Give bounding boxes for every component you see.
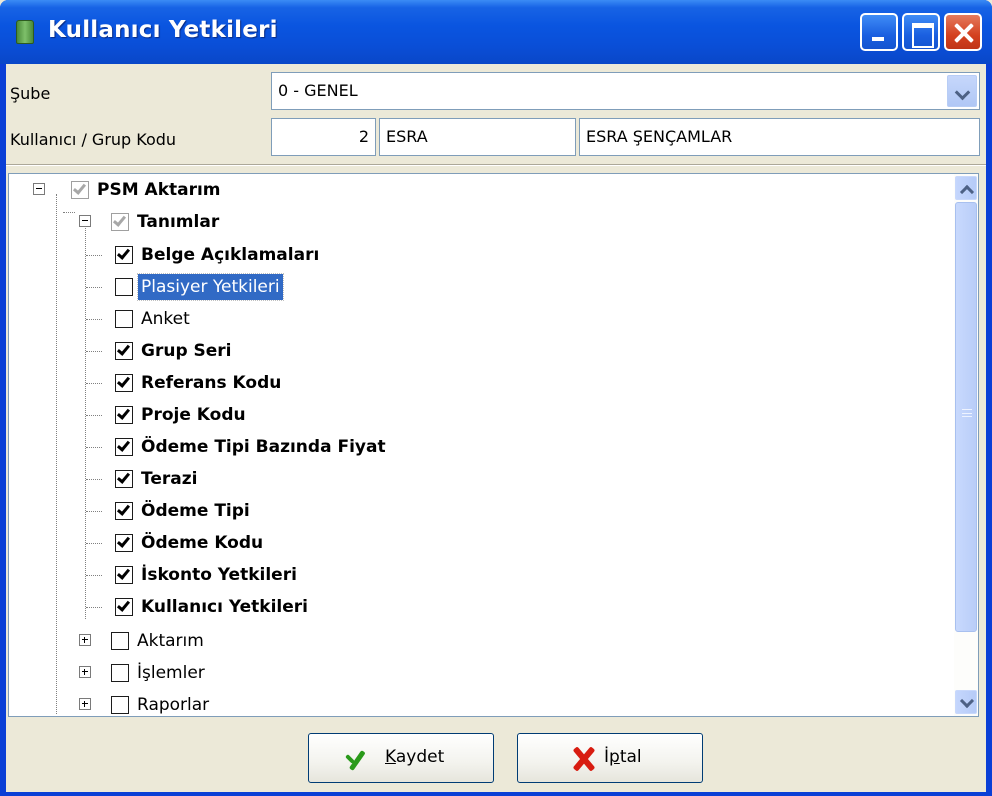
branch-combobox[interactable]: 0 - GENEL	[271, 72, 980, 110]
save-button-label: Kaydet	[385, 747, 445, 767]
tree-line	[86, 511, 102, 512]
divider	[6, 164, 986, 166]
title-bar[interactable]: Kullanıcı Yetkileri	[0, 0, 992, 64]
tree-node-label: Grup Seri	[141, 341, 232, 361]
scroll-down-button[interactable]	[955, 690, 977, 714]
collapse-icon[interactable]	[79, 215, 91, 227]
tree-node-label: PSM Aktarım	[97, 180, 221, 200]
scroll-up-button[interactable]	[955, 176, 977, 200]
window-title: Kullanıcı Yetkileri	[48, 17, 278, 43]
user-short-name-field[interactable]: ESRA	[379, 118, 576, 156]
tree-checkbox[interactable]	[115, 598, 133, 616]
tree-checkbox[interactable]	[115, 406, 133, 424]
user-full-name-field[interactable]: ESRA ŞENÇAMLAR	[579, 118, 980, 156]
expand-icon[interactable]	[79, 634, 91, 646]
tree-line	[86, 479, 102, 480]
tree-checkbox[interactable]	[71, 181, 89, 199]
tree-line	[86, 543, 102, 544]
tree-checkbox[interactable]	[115, 246, 133, 264]
branch-label: Şube	[10, 84, 51, 103]
tree-checkbox[interactable]	[115, 566, 133, 584]
tree-checkbox[interactable]	[111, 632, 129, 650]
tree-checkbox[interactable]	[115, 374, 133, 392]
tree-node-label: Belge Açıklamaları	[141, 245, 320, 265]
tree-node-label: Referans Kodu	[141, 373, 282, 393]
user-code-label: Kullanıcı / Grup Kodu	[10, 130, 177, 149]
app-icon	[16, 20, 34, 44]
tree-line	[86, 383, 102, 384]
user-code-field[interactable]: 2	[271, 118, 376, 156]
tree-node-label: Proje Kodu	[141, 405, 246, 425]
tree-line	[86, 351, 102, 352]
tree-node-label: İskonto Yetkileri	[141, 565, 297, 585]
window: Kullanıcı Yetkileri Şube 0 - GENEL Kulla…	[0, 0, 992, 796]
tree-checkbox[interactable]	[115, 278, 133, 296]
expand-icon[interactable]	[79, 666, 91, 678]
branch-value: 0 - GENEL	[278, 81, 358, 100]
tree-line	[86, 319, 102, 320]
tree-line	[63, 212, 75, 213]
tree-line	[85, 226, 86, 619]
tree-line	[86, 447, 102, 448]
tree-node-label: Kullanıcı Yetkileri	[141, 597, 308, 617]
tree-node-label: Raporlar	[137, 695, 210, 715]
tree-node-label: İşlemler	[137, 663, 205, 683]
tree-line	[86, 287, 102, 288]
tree-checkbox[interactable]	[115, 502, 133, 520]
permissions-tree[interactable]: PSM Aktarım Tanımlar Belge Açıklamaları P…	[8, 173, 979, 717]
tree-node-label: Ödeme Tipi	[141, 501, 250, 521]
close-button[interactable]	[944, 13, 982, 51]
scroll-thumb[interactable]	[955, 202, 977, 632]
tree-node-label: Ödeme Tipi Bazında Fiyat	[141, 437, 386, 457]
tree-node-label: Terazi	[141, 469, 198, 489]
chevron-down-icon[interactable]	[947, 75, 977, 107]
tree-checkbox[interactable]	[111, 664, 129, 682]
tree-checkbox[interactable]	[115, 470, 133, 488]
tree-checkbox[interactable]	[115, 342, 133, 360]
tree-checkbox[interactable]	[111, 213, 129, 231]
x-icon	[570, 745, 596, 773]
cancel-button[interactable]: İptal	[517, 733, 703, 783]
tree-line	[56, 194, 57, 714]
tree-node-label: Aktarım	[137, 631, 204, 651]
tree-node-label: Ödeme Kodu	[141, 533, 264, 553]
collapse-icon[interactable]	[33, 183, 45, 195]
tree-line	[86, 607, 102, 608]
save-button[interactable]: Kaydet	[308, 733, 494, 783]
tree-line	[86, 575, 102, 576]
checkmark-icon	[343, 745, 373, 773]
tree-node-label: Anket	[141, 309, 190, 329]
expand-icon[interactable]	[79, 698, 91, 710]
window-client: Şube 0 - GENEL Kullanıcı / Grup Kodu 2 E…	[6, 64, 986, 792]
minimize-button[interactable]	[860, 13, 898, 51]
tree-checkbox[interactable]	[111, 696, 129, 714]
maximize-button[interactable]	[902, 13, 940, 51]
tree-line	[86, 255, 102, 256]
tree-checkbox[interactable]	[115, 310, 133, 328]
tree-node-label: Tanımlar	[137, 212, 220, 232]
tree-node-label: Plasiyer Yetkileri	[137, 273, 284, 301]
tree-checkbox[interactable]	[115, 438, 133, 456]
tree-checkbox[interactable]	[115, 534, 133, 552]
vertical-scrollbar[interactable]	[954, 174, 978, 716]
tree-line	[86, 415, 102, 416]
cancel-button-label: İptal	[604, 747, 642, 767]
